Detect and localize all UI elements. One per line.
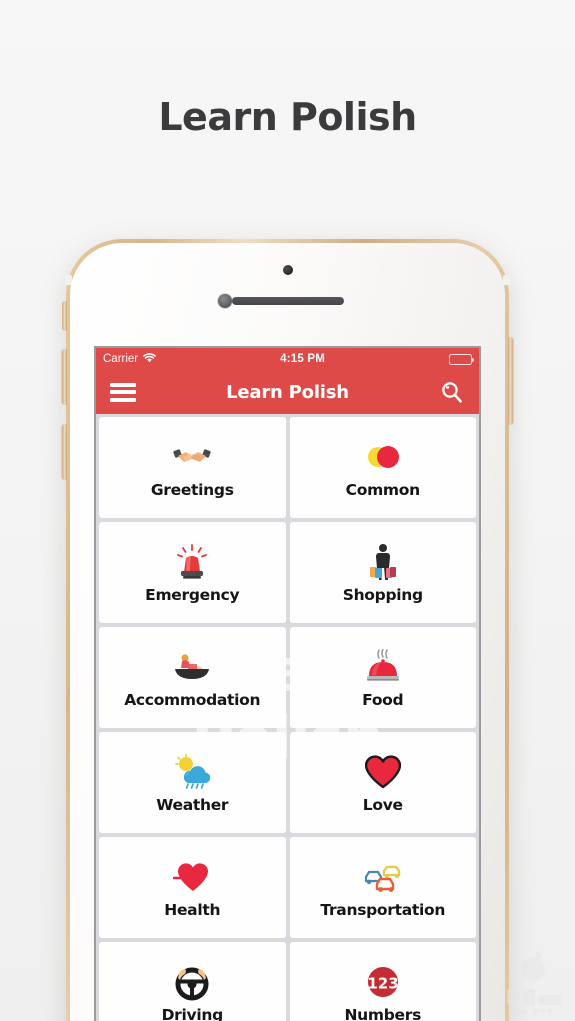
steering-wheel-icon xyxy=(173,961,211,1003)
phone-screen: Carrier 4:15 PM Learn Polish Learn Polis… xyxy=(96,348,479,1021)
wifi-icon xyxy=(143,352,156,366)
heartbeat-icon xyxy=(173,856,211,898)
category-cell-love[interactable]: Love xyxy=(289,732,476,833)
shopping-bags-icon xyxy=(366,541,400,583)
front-camera-icon xyxy=(282,265,293,275)
category-grid-container: Learn Polish Greetings Common Emergency … xyxy=(96,414,479,1021)
page-title: Learn Polish xyxy=(158,95,417,139)
proximity-sensor-icon xyxy=(218,294,232,308)
earpiece-speaker-icon xyxy=(231,297,344,305)
handshake-icon xyxy=(172,436,212,478)
status-bar-left: Carrier xyxy=(103,352,156,366)
category-cell-numbers[interactable]: 123 Numbers xyxy=(289,942,476,1021)
status-bar-right xyxy=(449,353,475,365)
antenna-break-right xyxy=(503,275,510,285)
category-label: Driving xyxy=(161,1006,224,1021)
corner-watermark-logo xyxy=(507,951,561,1014)
phone-device: Carrier 4:15 PM Learn Polish Learn Polis… xyxy=(62,239,513,1021)
heart-icon xyxy=(364,751,401,793)
hamburger-menu-icon[interactable] xyxy=(110,382,136,402)
category-cell-weather[interactable]: Weather xyxy=(99,732,286,833)
category-cell-food[interactable]: Food xyxy=(289,627,476,728)
food-cloche-icon xyxy=(366,646,400,688)
sun-rain-cloud-icon xyxy=(172,751,212,793)
battery-icon xyxy=(449,353,475,365)
rotating-light-icon xyxy=(175,541,209,583)
category-label: Greetings xyxy=(150,481,234,499)
category-cell-shopping[interactable]: Shopping xyxy=(289,522,476,623)
cars-icon xyxy=(362,856,404,898)
status-bar: Carrier 4:15 PM xyxy=(96,348,479,370)
numbers-123-icon: 123 xyxy=(365,961,401,1003)
category-cell-common[interactable]: Common xyxy=(289,417,476,518)
category-cell-emergency[interactable]: Emergency xyxy=(99,522,286,623)
category-cell-driving[interactable]: Driving xyxy=(99,942,286,1021)
category-cell-health[interactable]: Health xyxy=(99,837,286,938)
carrier-label: Carrier xyxy=(103,353,139,365)
category-label: Shopping xyxy=(342,586,423,604)
category-label: Love xyxy=(362,796,403,814)
svg-text:123: 123 xyxy=(367,975,398,993)
category-label: Food xyxy=(362,691,404,709)
volume-up-button[interactable] xyxy=(62,349,67,405)
category-cell-transportation[interactable]: Transportation xyxy=(289,837,476,938)
category-label: Emergency xyxy=(145,586,240,604)
category-label: Accommodation xyxy=(124,691,261,709)
category-cell-accommodation[interactable]: Accommodation xyxy=(99,627,286,728)
volume-down-button[interactable] xyxy=(62,424,67,480)
power-button[interactable] xyxy=(508,337,513,425)
phone-bezel: Carrier 4:15 PM Learn Polish Learn Polis… xyxy=(70,243,505,1021)
category-label: Numbers xyxy=(344,1006,422,1021)
status-bar-time: 4:15 PM xyxy=(280,353,325,365)
app-navbar: Learn Polish xyxy=(96,370,479,414)
silent-switch[interactable] xyxy=(62,301,67,331)
category-label: Health xyxy=(164,901,221,919)
category-grid: Greetings Common Emergency Shopping Acco… xyxy=(96,414,479,1021)
navbar-title: Learn Polish xyxy=(226,381,349,403)
person-in-bed-icon xyxy=(172,646,212,688)
category-cell-greetings[interactable]: Greetings xyxy=(99,417,286,518)
two-circles-icon xyxy=(364,436,402,478)
category-label: Weather xyxy=(156,796,229,814)
category-label: Transportation xyxy=(320,901,446,919)
category-label: Common xyxy=(345,481,421,499)
search-icon[interactable] xyxy=(439,379,465,405)
